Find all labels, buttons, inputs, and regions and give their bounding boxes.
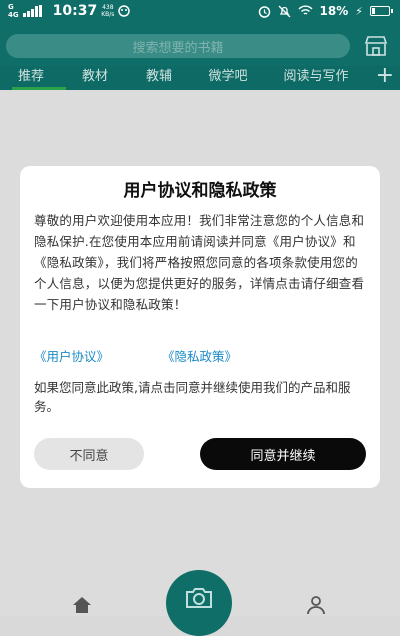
- dialog-links: 《用户协议》 《隐私政策》: [34, 346, 368, 366]
- notification-icon: [118, 5, 131, 17]
- search-placeholder: 搜索想要的书籍: [132, 40, 224, 56]
- dialog-title: 用户协议和隐私政策: [123, 181, 277, 201]
- privacy-policy-link[interactable]: 《隐私政策》: [162, 346, 237, 365]
- tab-textbook[interactable]: 教材: [78, 66, 112, 90]
- agree-continue-button[interactable]: 同意并继续: [200, 438, 366, 470]
- user-agreement-link[interactable]: 《用户协议》: [34, 346, 109, 365]
- privacy-dialog: 用户协议和隐私政策 尊敬的用户欢迎使用本应用！我们非常注意您的个人信息和隐私保护…: [20, 166, 380, 488]
- plus-icon[interactable]: +: [376, 64, 394, 88]
- charging-icon: ⚡: [355, 4, 363, 18]
- battery-level: [372, 8, 376, 14]
- disagree-button[interactable]: 不同意: [34, 438, 144, 470]
- tab-recommend[interactable]: 推荐: [12, 66, 66, 90]
- home-icon[interactable]: [72, 596, 92, 614]
- signal-bars-icon: [22, 5, 42, 17]
- network-speed-unit: KB/s: [101, 11, 115, 18]
- network-speed-value: 438: [102, 4, 114, 11]
- search-input[interactable]: 搜索想要的书籍: [6, 34, 350, 58]
- status-bar: G 4G 10:37 438 KB/s 18% ⚡: [0, 0, 400, 24]
- user-icon[interactable]: [306, 595, 326, 615]
- mute-icon: [278, 5, 290, 17]
- store-icon[interactable]: [364, 36, 388, 56]
- tab-microlearn[interactable]: 微学吧: [204, 66, 252, 90]
- tab-tutoring[interactable]: 教辅: [142, 66, 176, 90]
- signal-label-1: G: [8, 3, 14, 11]
- battery-percent: 18%: [319, 4, 349, 18]
- signal-indicator: G 4G: [8, 3, 19, 19]
- tab-reading-writing[interactable]: 阅读与写作: [280, 66, 352, 90]
- dialog-note: 如果您同意此政策,请点击同意并继续使用我们的产品和服务。: [34, 380, 351, 414]
- clock: 10:37: [52, 3, 98, 19]
- battery-icon: [370, 6, 393, 16]
- alarm-icon: [258, 5, 270, 18]
- signal-label-2: 4G: [8, 11, 19, 19]
- wifi-icon: [298, 5, 313, 15]
- camera-button[interactable]: [166, 570, 232, 636]
- dialog-body: 尊敬的用户欢迎使用本应用！我们非常注意您的个人信息和隐私保护.在您使用本应用前请…: [34, 213, 365, 312]
- category-tabs: 推荐 教材 教辅 微学吧 阅读与写作: [0, 66, 400, 90]
- camera-icon: [186, 588, 212, 608]
- network-speed: 438 KB/s: [101, 4, 114, 18]
- app-header: 搜索想要的书籍: [0, 24, 400, 66]
